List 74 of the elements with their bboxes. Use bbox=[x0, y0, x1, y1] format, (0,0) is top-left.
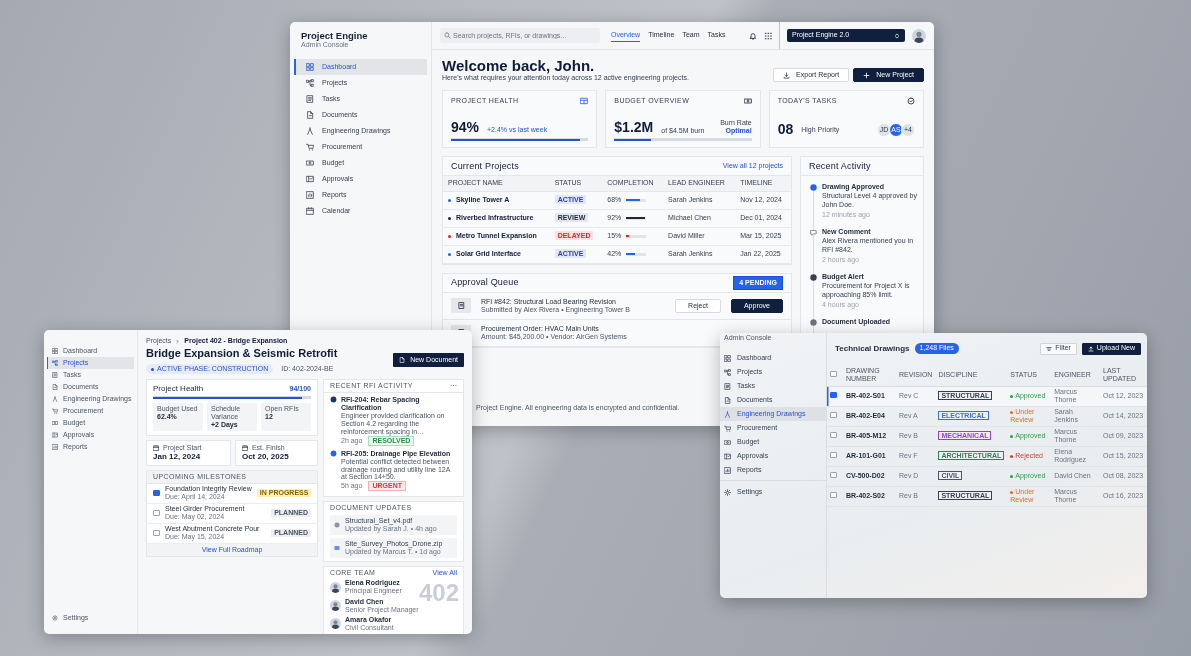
file-icon bbox=[451, 298, 471, 314]
nodes-icon bbox=[306, 79, 314, 88]
panel-icon bbox=[306, 175, 314, 184]
grid-icon bbox=[52, 348, 58, 354]
chart-icon bbox=[306, 191, 314, 200]
banknote-icon bbox=[306, 159, 314, 168]
plus-icon bbox=[863, 71, 871, 79]
document-icon bbox=[724, 396, 731, 404]
stat-value: 08 bbox=[777, 122, 794, 138]
row-checkbox[interactable] bbox=[830, 472, 837, 478]
nodes-icon bbox=[52, 360, 58, 366]
grid-icon bbox=[724, 354, 731, 362]
card-title: Recent Activity bbox=[809, 160, 871, 172]
gear-icon bbox=[52, 615, 58, 621]
cart-icon bbox=[724, 424, 731, 432]
panel-icon bbox=[724, 452, 731, 460]
cart-icon bbox=[52, 408, 58, 414]
avatar-icon[interactable] bbox=[912, 28, 926, 43]
list-icon bbox=[724, 382, 731, 390]
select-all-checkbox[interactable] bbox=[830, 370, 837, 377]
banknote-icon bbox=[52, 420, 58, 426]
avatar-icon bbox=[330, 600, 341, 612]
gear-icon bbox=[724, 488, 731, 496]
checkbox[interactable] bbox=[153, 490, 160, 497]
nodes-icon bbox=[724, 368, 731, 376]
stat-value: 94% bbox=[451, 120, 480, 136]
filter-icon bbox=[1046, 345, 1053, 352]
card-title: Current Projects bbox=[451, 160, 519, 172]
banknote-icon bbox=[743, 97, 752, 106]
checkbox[interactable] bbox=[153, 510, 160, 517]
marker-icon bbox=[330, 396, 337, 404]
panel-icon bbox=[52, 432, 58, 438]
row-checkbox[interactable] bbox=[830, 412, 837, 418]
image-icon bbox=[334, 545, 340, 552]
compass-icon bbox=[306, 127, 314, 136]
bell-icon[interactable] bbox=[749, 31, 757, 40]
chevron-right-icon bbox=[175, 338, 181, 344]
row-checkbox[interactable] bbox=[830, 452, 837, 458]
compass-icon bbox=[52, 396, 58, 402]
app-title: Project Engine bbox=[300, 30, 369, 41]
download-icon bbox=[783, 71, 791, 79]
avatar-icon bbox=[330, 618, 341, 630]
date-value: Oct 20, 2025 bbox=[241, 452, 290, 462]
page-heading: Welcome back, John. bbox=[442, 57, 596, 74]
document-icon bbox=[52, 384, 58, 390]
document-icon bbox=[306, 111, 314, 120]
compass-icon bbox=[724, 410, 731, 418]
project-title: Bridge Expansion & Seismic Retrofit bbox=[146, 347, 338, 361]
row-checkbox[interactable] bbox=[830, 492, 837, 498]
apps-grid-icon[interactable] bbox=[764, 31, 772, 40]
chart-icon bbox=[724, 466, 731, 474]
grid-icon bbox=[306, 63, 314, 72]
card-title: Project Health bbox=[153, 384, 204, 394]
list-icon bbox=[306, 95, 314, 104]
banknote-icon bbox=[724, 438, 731, 446]
chart-icon bbox=[52, 444, 58, 450]
cart-icon bbox=[306, 143, 314, 152]
document-icon bbox=[399, 357, 406, 364]
calendar-icon bbox=[306, 207, 314, 216]
upload-icon bbox=[1087, 345, 1094, 352]
avatar-icon bbox=[330, 582, 341, 593]
comment-marker-icon bbox=[810, 229, 817, 237]
row-checkbox[interactable] bbox=[830, 432, 837, 438]
card-title: Approval Queue bbox=[451, 277, 519, 288]
date-value: Jan 12, 2024 bbox=[153, 452, 202, 462]
dashboard-icon bbox=[580, 97, 589, 106]
checkbox[interactable] bbox=[153, 530, 160, 537]
search-icon bbox=[444, 32, 451, 39]
list-icon bbox=[52, 372, 58, 378]
calendar-icon bbox=[153, 445, 159, 452]
calendar-icon bbox=[241, 445, 248, 452]
section-heading: Technical Drawings bbox=[835, 343, 910, 354]
row-checkbox[interactable] bbox=[830, 392, 837, 398]
stat-value: $1.2M bbox=[614, 120, 654, 136]
